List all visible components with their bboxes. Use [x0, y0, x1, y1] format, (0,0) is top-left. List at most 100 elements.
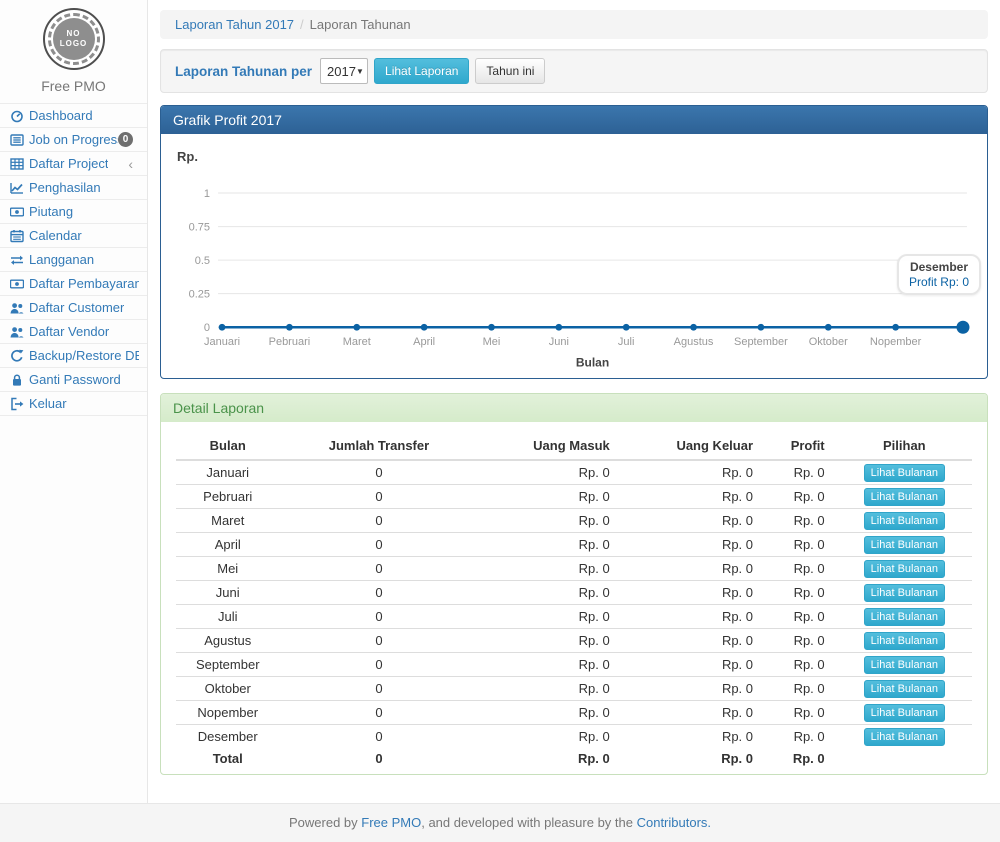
sidebar-item-label: Piutang [29, 204, 73, 219]
logo-text-line2: LOGO [60, 39, 88, 49]
filter-label: Laporan Tahunan per [175, 64, 312, 79]
profit-cell: Rp. 0 [765, 701, 837, 725]
sign-out-icon [8, 397, 25, 411]
lihat-bulanan-button[interactable]: Lihat Bulanan [864, 728, 945, 746]
breadcrumb-active: Laporan Tahunan [310, 17, 411, 32]
svg-text:Maret: Maret [343, 336, 371, 348]
sidebar-item-penghasilan[interactable]: Penghasilan [0, 176, 147, 200]
tooltip-value: Profit Rp: 0 [909, 275, 969, 289]
action-cell: Lihat Bulanan [837, 485, 972, 509]
sidebar-item-label: Daftar Customer [29, 300, 124, 315]
chart-panel-title: Grafik Profit 2017 [161, 106, 987, 134]
lihat-bulanan-button[interactable]: Lihat Bulanan [864, 656, 945, 674]
sidebar-item-daftar-customer[interactable]: Daftar Customer [0, 296, 147, 320]
caret-down-icon: ▼ [356, 67, 364, 76]
profit-cell: Rp. 0 [765, 605, 837, 629]
line-chart-icon [8, 181, 25, 195]
action-cell: Lihat Bulanan [837, 460, 972, 485]
chart-tooltip: Desember Profit Rp: 0 [897, 254, 981, 295]
uang-masuk-cell: Rp. 0 [478, 460, 621, 485]
jumlah-transfer-cell: 0 [279, 725, 478, 749]
total-uang-keluar: Rp. 0 [622, 748, 765, 768]
sidebar-item-keluar[interactable]: Keluar [0, 392, 147, 416]
sidebar-item-label: Daftar Project [29, 156, 108, 171]
column-header: Bulan [176, 432, 279, 460]
sidebar-item-job-on-progress[interactable]: Job on Progress0 [0, 128, 147, 152]
profit-cell: Rp. 0 [765, 485, 837, 509]
bulan-cell: September [176, 653, 279, 677]
table-row: Juni0Rp. 0Rp. 0Rp. 0Lihat Bulanan [176, 581, 972, 605]
table-total-row: Total0Rp. 0Rp. 0Rp. 0 [176, 748, 972, 768]
users-icon [8, 301, 25, 315]
svg-text:April: April [413, 336, 435, 348]
breadcrumb-link-laporan-tahun[interactable]: Laporan Tahun 2017 [175, 17, 294, 32]
tasks-icon [8, 133, 25, 147]
sidebar-item-backup-restore-db[interactable]: Backup/Restore DB [0, 344, 147, 368]
lihat-bulanan-button[interactable]: Lihat Bulanan [864, 560, 945, 578]
bulan-cell: Pebruari [176, 485, 279, 509]
contributors-link[interactable]: Contributors. [637, 815, 711, 830]
detail-report-panel: Detail Laporan BulanJumlah TransferUang … [160, 393, 988, 775]
lihat-bulanan-button[interactable]: Lihat Bulanan [864, 488, 945, 506]
svg-text:0.5: 0.5 [195, 255, 210, 267]
users-icon [8, 325, 25, 339]
count-badge: 0 [118, 132, 133, 147]
jumlah-transfer-cell: 0 [279, 509, 478, 533]
uang-masuk-cell: Rp. 0 [478, 581, 621, 605]
total-uang-masuk: Rp. 0 [478, 748, 621, 768]
year-select[interactable]: 2017 ▼ [320, 58, 368, 84]
uang-keluar-cell: Rp. 0 [622, 485, 765, 509]
svg-text:Oktober: Oktober [809, 336, 848, 348]
uang-keluar-cell: Rp. 0 [622, 581, 765, 605]
sidebar-item-langganan[interactable]: Langganan [0, 248, 147, 272]
jumlah-transfer-cell: 0 [279, 653, 478, 677]
chart-area: Rp.00.250.50.751JanuariPebruariMaretApri… [161, 134, 987, 378]
sidebar-item-label: Job on Progress [29, 132, 118, 147]
profit-cell: Rp. 0 [765, 509, 837, 533]
svg-text:September: September [734, 336, 788, 348]
column-header: Jumlah Transfer [279, 432, 478, 460]
tahun-ini-button[interactable]: Tahun ini [475, 58, 545, 84]
refresh-icon [8, 349, 25, 363]
sidebar: NO LOGO Free PMO DashboardJob on Progres… [0, 0, 148, 803]
lihat-bulanan-button[interactable]: Lihat Bulanan [864, 608, 945, 626]
lihat-bulanan-button[interactable]: Lihat Bulanan [864, 680, 945, 698]
table-icon [8, 157, 25, 171]
lihat-bulanan-button[interactable]: Lihat Bulanan [864, 632, 945, 650]
lihat-bulanan-button[interactable]: Lihat Bulanan [864, 704, 945, 722]
uang-masuk-cell: Rp. 0 [478, 605, 621, 629]
sidebar-item-calendar[interactable]: Calendar [0, 224, 147, 248]
lihat-laporan-button[interactable]: Lihat Laporan [374, 58, 469, 84]
page-footer: Powered by Free PMO, and developed with … [0, 803, 1000, 842]
lihat-bulanan-button[interactable]: Lihat Bulanan [864, 536, 945, 554]
report-table: BulanJumlah TransferUang MasukUang Kelua… [176, 432, 972, 768]
sidebar-item-ganti-password[interactable]: Ganti Password [0, 368, 147, 392]
bulan-cell: April [176, 533, 279, 557]
profit-cell: Rp. 0 [765, 460, 837, 485]
svg-text:Rp.: Rp. [177, 149, 198, 164]
sidebar-item-daftar-pembayaran[interactable]: Daftar Pembayaran [0, 272, 147, 296]
lihat-bulanan-button[interactable]: Lihat Bulanan [864, 464, 945, 482]
lock-icon [8, 373, 25, 387]
uang-keluar-cell: Rp. 0 [622, 533, 765, 557]
total-profit: Rp. 0 [765, 748, 837, 768]
profit-cell: Rp. 0 [765, 653, 837, 677]
uang-keluar-cell: Rp. 0 [622, 460, 765, 485]
free-pmo-link[interactable]: Free PMO [361, 815, 421, 830]
sidebar-item-label: Calendar [29, 228, 82, 243]
sidebar-item-label: Langganan [29, 252, 94, 267]
lihat-bulanan-button[interactable]: Lihat Bulanan [864, 512, 945, 530]
main-content: Laporan Tahun 2017/Laporan Tahunan Lapor… [148, 0, 1000, 803]
table-row: Juli0Rp. 0Rp. 0Rp. 0Lihat Bulanan [176, 605, 972, 629]
total-empty-cell [837, 748, 972, 768]
sidebar-item-dashboard[interactable]: Dashboard [0, 104, 147, 128]
lihat-bulanan-button[interactable]: Lihat Bulanan [864, 584, 945, 602]
sidebar-item-piutang[interactable]: Piutang [0, 200, 147, 224]
report-filter-bar: Laporan Tahunan per 2017 ▼ Lihat Laporan… [160, 49, 988, 93]
uang-masuk-cell: Rp. 0 [478, 701, 621, 725]
action-cell: Lihat Bulanan [837, 557, 972, 581]
sidebar-item-daftar-project[interactable]: Daftar Project‹ [0, 152, 147, 176]
table-row: Nopember0Rp. 0Rp. 0Rp. 0Lihat Bulanan [176, 701, 972, 725]
profit-cell: Rp. 0 [765, 581, 837, 605]
sidebar-item-daftar-vendor[interactable]: Daftar Vendor [0, 320, 147, 344]
